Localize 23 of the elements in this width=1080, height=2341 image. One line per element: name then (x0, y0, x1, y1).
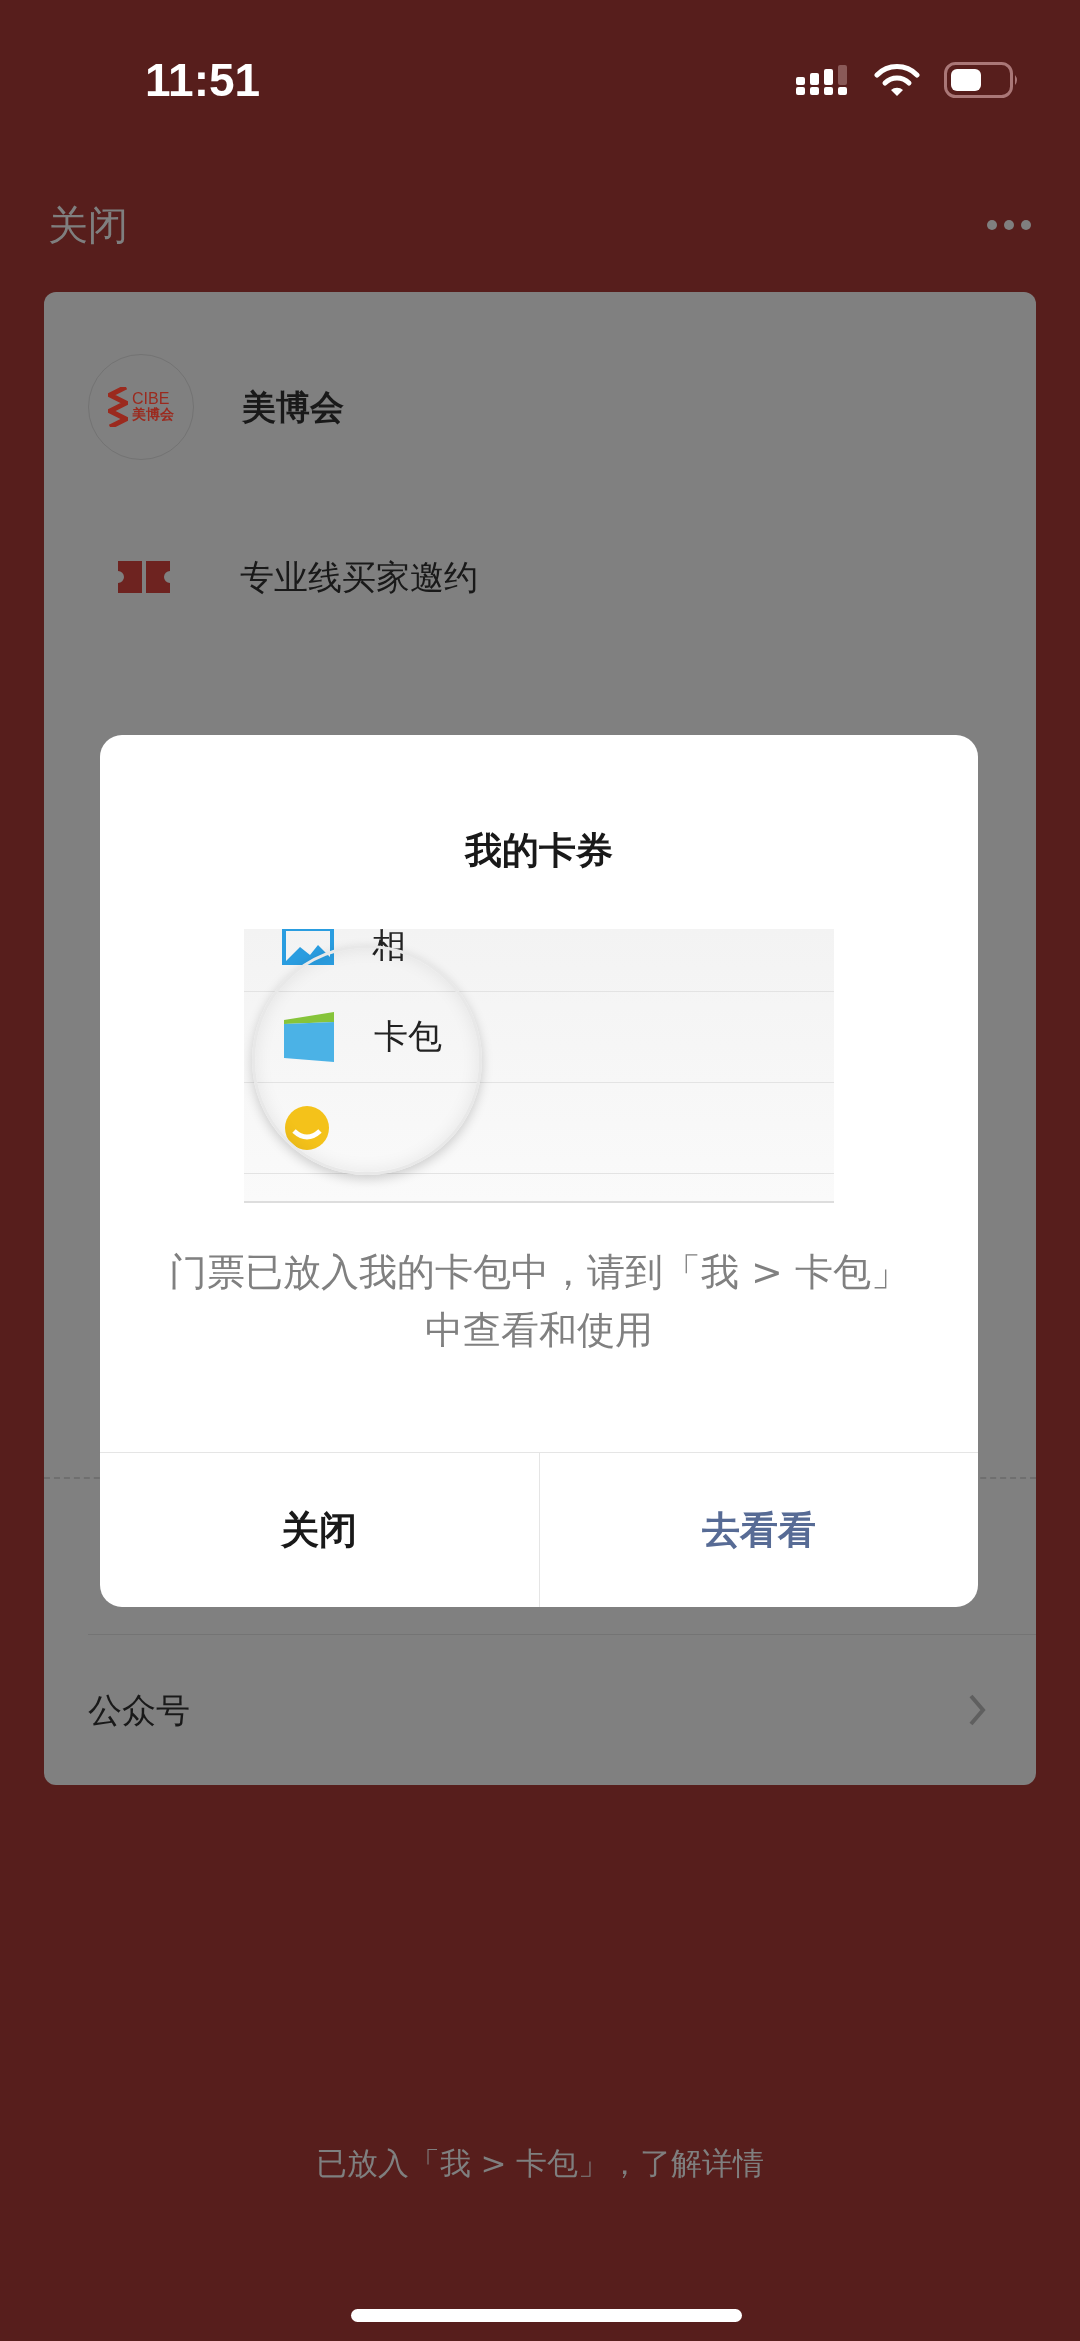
view-button[interactable]: 去看看 (538, 1453, 978, 1607)
wifi-icon (874, 63, 920, 97)
ticket-title: 专业线买家邀约 (240, 555, 478, 599)
battery-icon (944, 62, 1020, 98)
close-button[interactable]: 关闭 (48, 195, 128, 255)
dialog-message: 门票已放入我的卡包中，请到「我 > 卡包」中查看和使用 (168, 1248, 910, 1355)
status-time: 11:51 (145, 52, 261, 108)
menu-row[interactable]: 公众号 (44, 1635, 1036, 1785)
logo-text: CIBE (132, 391, 170, 408)
home-indicator[interactable] (351, 2309, 742, 2322)
dialog-title: 我的卡券 (463, 828, 614, 874)
menu-label: 卡包 (374, 1015, 442, 1058)
close-button[interactable]: 关闭 (100, 1453, 539, 1607)
signal-icon (796, 65, 850, 95)
logo-text: 美博会 (132, 407, 174, 423)
account-name: 美博会 (242, 385, 344, 429)
footer-link[interactable]: 已放入「我 > 卡包」，了解详情 (315, 2145, 765, 2181)
stripes-icon (108, 387, 128, 427)
chevron-icon (968, 1693, 986, 1727)
wallet-icon (282, 1011, 336, 1062)
more-icon (986, 219, 1032, 231)
ticket-icon (118, 561, 170, 593)
image-icon (282, 928, 334, 965)
